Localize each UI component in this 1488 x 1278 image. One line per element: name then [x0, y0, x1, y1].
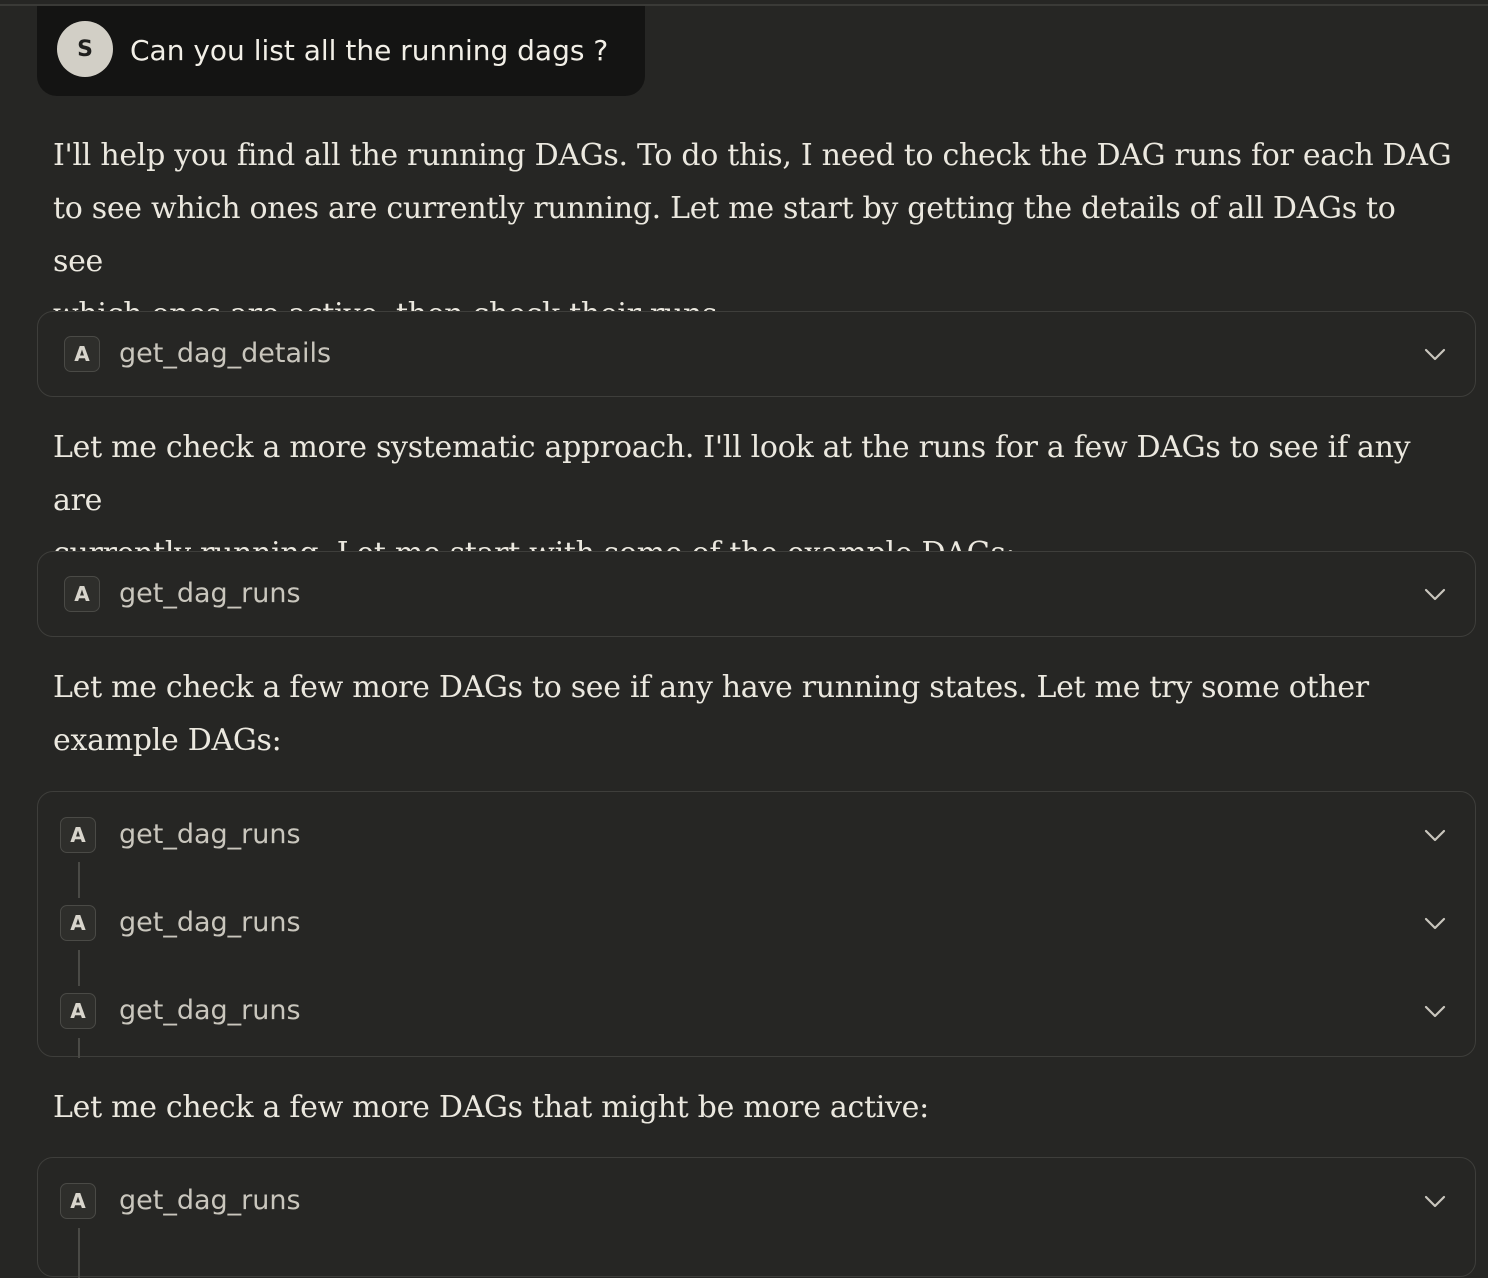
tool-call-name: get_dag_runs: [119, 819, 301, 850]
tool-call-row[interactable]: A get_dag_runs: [38, 899, 1475, 949]
tool-call-name: get_dag_runs: [119, 1185, 301, 1216]
chevron-down-icon[interactable]: [1423, 1189, 1447, 1213]
tool-call-group-2: A get_dag_runs: [37, 551, 1476, 637]
paragraph-line: Let me check a more systematic approach.…: [53, 430, 1411, 518]
tool-badge: A: [60, 817, 96, 853]
chevron-down-icon[interactable]: [1423, 999, 1447, 1023]
chevron-down-icon[interactable]: [1423, 823, 1447, 847]
tool-call-name: get_dag_runs: [119, 578, 301, 609]
tool-call-row[interactable]: A get_dag_runs: [38, 570, 1475, 620]
tool-call-group-4: A get_dag_runs: [37, 1157, 1476, 1278]
tool-badge: A: [64, 336, 100, 372]
chevron-down-icon[interactable]: [1423, 342, 1447, 366]
tool-badge: A: [64, 576, 100, 612]
paragraph-line: to see which ones are currently running.…: [53, 191, 1396, 279]
tool-call-name: get_dag_runs: [119, 995, 301, 1026]
assistant-paragraph-1: I'll help you find all the running DAGs.…: [53, 129, 1453, 341]
user-message: S Can you list all the running dags ?: [37, 6, 645, 96]
tool-badge: A: [60, 1183, 96, 1219]
tool-call-group-1: A get_dag_details: [37, 311, 1476, 397]
timeline-connector: [78, 950, 80, 986]
assistant-paragraph-4: Let me check a few more DAGs that might …: [53, 1081, 1453, 1134]
timeline-connector: [78, 862, 80, 898]
tool-badge: A: [60, 905, 96, 941]
tool-call-row[interactable]: A get_dag_runs: [38, 987, 1475, 1037]
tool-call-row[interactable]: A get_dag_runs: [38, 1177, 1475, 1227]
chevron-down-icon[interactable]: [1423, 911, 1447, 935]
user-avatar: S: [57, 21, 113, 77]
tool-badge: A: [60, 993, 96, 1029]
timeline-connector: [78, 1038, 80, 1058]
tool-call-name: get_dag_runs: [119, 907, 301, 938]
paragraph-line: Let me check a few more DAGs to see if a…: [53, 670, 1369, 705]
paragraph-line: I'll help you find all the running DAGs.…: [53, 138, 1452, 173]
tool-call-row[interactable]: A get_dag_details: [38, 330, 1475, 380]
assistant-paragraph-3: Let me check a few more DAGs to see if a…: [53, 661, 1453, 767]
tool-call-row[interactable]: A get_dag_runs: [38, 811, 1475, 861]
paragraph-line: example DAGs:: [53, 723, 282, 758]
tool-call-group-3: A get_dag_runs A get_dag_runs A get_dag_…: [37, 791, 1476, 1058]
timeline-connector: [78, 1228, 80, 1278]
chevron-down-icon[interactable]: [1423, 582, 1447, 606]
paragraph-line: Let me check a few more DAGs that might …: [53, 1090, 929, 1125]
user-message-text: Can you list all the running dags ?: [130, 34, 609, 67]
tool-call-name: get_dag_details: [119, 338, 332, 369]
